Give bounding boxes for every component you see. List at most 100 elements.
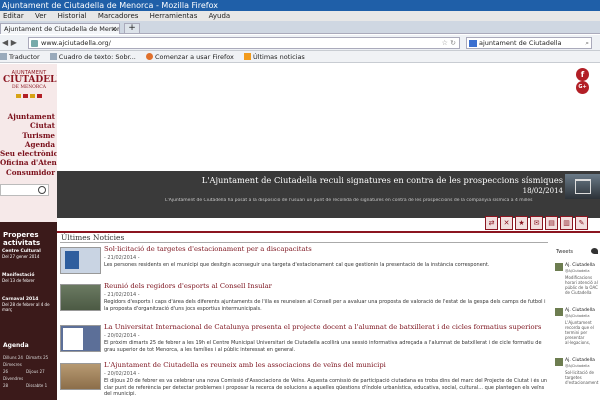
site-navigation: Ajuntament Ciutat Turisme Agenda Seu ele… xyxy=(0,112,79,177)
nav-turisme[interactable]: Turisme xyxy=(0,131,55,140)
calendar-day[interactable]: Divendres 28 xyxy=(3,375,26,389)
facebook-icon[interactable]: f xyxy=(576,68,589,81)
activities-panel: Properes activitats Centre Cultural Del 2… xyxy=(0,222,57,400)
window-titlebar: Ajuntament de Ciutadella de Menorca - Mo… xyxy=(0,0,600,11)
news-date: - 21/02/2014 - xyxy=(104,255,140,261)
firefox-icon xyxy=(145,53,153,60)
activity-item[interactable]: Carnaval 2014 Del 28 de febrer al 4 de ma… xyxy=(2,296,57,312)
news-thumbnail[interactable] xyxy=(60,363,101,390)
rss-icon xyxy=(243,53,251,60)
news-heading: Últimes Notícies xyxy=(61,233,125,242)
google-plus-icon[interactable]: G+ xyxy=(576,81,589,94)
bookmark-firefox[interactable]: Comenzar a usar Firefox xyxy=(145,53,234,61)
calendar-day[interactable]: Dijous 27 xyxy=(26,368,49,375)
nav-ajuntament[interactable]: Ajuntament xyxy=(0,112,55,121)
nav-oficina[interactable]: Oficina d'Atenció al xyxy=(0,158,79,167)
bookmark-cuadro[interactable]: Cuadro de texto: Sobr... xyxy=(49,53,136,61)
header-area xyxy=(57,64,600,171)
tool-icons: ⇄ ✕ ★ ✉ ▤ ▥ ✎ xyxy=(483,216,588,230)
news-title[interactable]: Reunió dels regidors d'esports al Consel… xyxy=(104,282,272,290)
news-summary: El pròxim dimarts 25 de febrer a les 19h… xyxy=(104,340,542,353)
search-bar[interactable]: ajuntament de Ciutadella ⌕ xyxy=(466,37,592,49)
favorite-icon[interactable]: ★ xyxy=(515,216,528,230)
nav-ciutat[interactable]: Ciutat xyxy=(0,121,55,130)
mail-icon[interactable]: ✉ xyxy=(530,216,543,230)
navigation-toolbar: ◀ ▶ www.ajciutadella.org/ ☆ ↻ ajuntament… xyxy=(0,35,600,51)
news-date: - 21/02/2014 - xyxy=(104,292,140,298)
banner-date: 18/02/2014 xyxy=(522,187,563,195)
tab-label: Ajuntament de Ciutadella de Menorca xyxy=(4,25,120,33)
avatar xyxy=(555,308,563,316)
news-title[interactable]: La Universitat Internacional de Cataluny… xyxy=(104,323,541,331)
activity-item[interactable]: Manifestació Del 13 de febrer xyxy=(2,272,35,283)
window-title: Ajuntament de Ciutadella de Menorca - Mo… xyxy=(2,1,218,10)
calendar-day[interactable]: Dissabte 1 xyxy=(26,382,49,389)
divider xyxy=(57,231,600,233)
activity-item[interactable]: Centre Cultural Del 27 gener 2014 xyxy=(2,248,41,259)
back-forward-icons[interactable]: ◀ ▶ xyxy=(2,38,17,47)
search-text: ajuntament de Ciutadella xyxy=(479,39,562,47)
site-search-input[interactable] xyxy=(0,184,49,196)
featured-banner[interactable]: L'Ajuntament de Ciutadella reculi signat… xyxy=(57,171,600,218)
menu-ver[interactable]: Ver xyxy=(35,12,46,20)
url-bar[interactable]: www.ajciutadella.org/ ☆ ↻ xyxy=(28,37,460,49)
news-summary: Regidors d'esports i caps d'àrea dels di… xyxy=(104,299,546,312)
tab-strip: Ajuntament de Ciutadella de Menorca × + xyxy=(0,21,600,34)
tweet-text: L'Ajuntament recorda que el termini per … xyxy=(565,320,594,345)
menu-historial[interactable]: Historial xyxy=(58,12,87,20)
menu-marcadores[interactable]: Marcadores xyxy=(98,12,139,20)
site-logo[interactable]: AJUNTAMENT CIUTADELLA DE MENORCA xyxy=(3,68,70,108)
banner-title[interactable]: L'Ajuntament de Ciutadella reculi signat… xyxy=(202,175,563,185)
menu-ayuda[interactable]: Ayuda xyxy=(209,12,231,20)
left-sidebar: AJUNTAMENT CIUTADELLA DE MENORCA Ajuntam… xyxy=(0,64,79,400)
calendar-day[interactable]: Dilluns 24 xyxy=(3,354,26,361)
news-summary: Les persones residents en el municipi qu… xyxy=(104,262,490,268)
tab-ajuntament[interactable]: Ajuntament de Ciutadella de Menorca × xyxy=(0,23,120,34)
url-text: www.ajciutadella.org/ xyxy=(41,39,111,47)
nav-seu-electronica[interactable]: Seu electrònica xyxy=(0,149,63,158)
site-identity-icon[interactable] xyxy=(31,40,38,47)
flags-icon xyxy=(3,92,55,98)
google-icon[interactable] xyxy=(469,40,477,47)
tweet-handle: @AjCiutadella xyxy=(565,269,590,273)
calendar-day[interactable]: Dimarts 25 xyxy=(26,354,49,361)
avatar xyxy=(555,358,563,366)
news-thumbnail[interactable] xyxy=(60,247,101,274)
news-summary: El dijous 20 de febrer es va celebrar un… xyxy=(104,378,548,397)
edit-icon[interactable]: ✎ xyxy=(575,216,588,230)
nav-consumidor[interactable]: Consumidor xyxy=(0,168,55,177)
close-icon[interactable]: ✕ xyxy=(500,216,513,230)
twitter-bird-icon xyxy=(591,248,598,254)
bookmark-traductor[interactable]: Traductor xyxy=(0,53,40,61)
news-title[interactable]: L'Ajuntament de Ciutadella es reuneix am… xyxy=(104,361,386,369)
tweet-author: Aj. Ciutadella xyxy=(565,308,595,313)
search-go-icon[interactable]: ⌕ xyxy=(585,38,589,48)
menu-herramientas[interactable]: Herramientas xyxy=(150,12,198,20)
news-thumbnail[interactable] xyxy=(60,325,101,352)
new-tab-button[interactable]: + xyxy=(124,23,140,34)
news-title[interactable]: Sol·licitació de targetes d'estacionamen… xyxy=(104,245,312,253)
tweet-text: Sol·licitació de targetes d'estacionamen… xyxy=(565,370,599,385)
tweet-text: Modificacions horari atenció al públic d… xyxy=(565,275,598,295)
activities-heading: Properes activitats xyxy=(3,231,41,247)
bookmark-noticias[interactable]: Últimas noticias xyxy=(243,53,305,61)
tweet-handle: @AjCiutadella xyxy=(565,364,590,368)
menu-editar[interactable]: Editar xyxy=(3,12,24,20)
tweets-heading: Tweets xyxy=(556,249,574,255)
twitter-widget: Tweets Aj. Ciutadella @AjCiutadella Modi… xyxy=(552,243,600,400)
search-icon[interactable] xyxy=(38,186,46,194)
page-tools: ⇄ ✕ ★ ✉ ▤ ▥ ✎ xyxy=(57,216,600,232)
tab-close-icon[interactable]: × xyxy=(111,24,117,34)
reload-icon[interactable]: ☆ ↻ xyxy=(442,38,456,49)
nav-agenda[interactable]: Agenda xyxy=(0,140,55,149)
calendar-day[interactable]: Dimecres 26 xyxy=(3,361,26,375)
news-date: - 20/02/2014 - xyxy=(104,371,140,377)
oil-rig-image[interactable] xyxy=(565,174,600,199)
tweet-handle: @AjCiutadella xyxy=(565,314,590,318)
news-thumbnail[interactable] xyxy=(60,284,101,311)
document-icon[interactable]: ▥ xyxy=(560,216,573,230)
tweet-author: Aj. Ciutadella xyxy=(565,263,595,268)
share-icon[interactable]: ⇄ xyxy=(485,216,498,230)
tweet-author: Aj. Ciutadella xyxy=(565,358,595,363)
print-icon[interactable]: ▤ xyxy=(545,216,558,230)
